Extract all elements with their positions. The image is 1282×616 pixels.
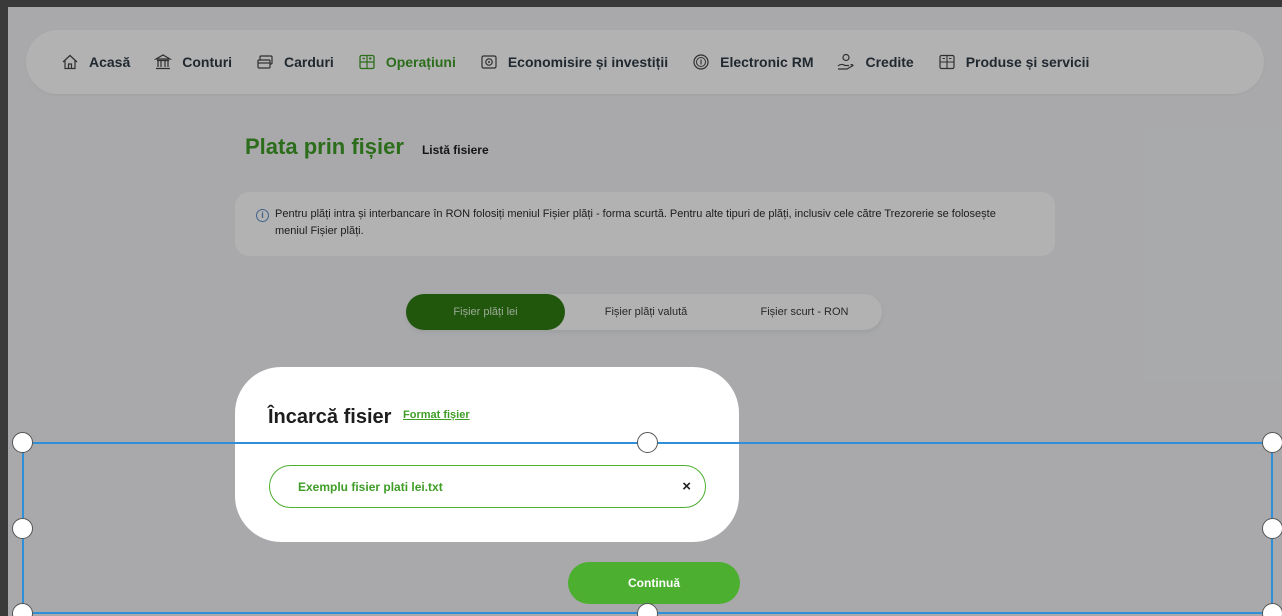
nav-label: Acasă xyxy=(89,54,131,70)
resize-handle-bottom-left[interactable] xyxy=(12,603,33,616)
uploaded-file-chip: Exemplu fisier plati lei.txt × xyxy=(269,465,706,508)
file-name: Exemplu fisier plati lei.txt xyxy=(298,479,443,494)
tab-fisier-scurt-ron[interactable]: Fișier scurt - RON xyxy=(727,294,882,330)
savings-icon xyxy=(479,52,499,72)
nav-item-credite[interactable]: Credite xyxy=(836,52,914,72)
resize-handle-bottom[interactable] xyxy=(637,603,658,616)
resize-handle-left[interactable] xyxy=(12,518,33,539)
nav-label: Economisire și investiții xyxy=(507,54,669,70)
nav-label: Electronic RM xyxy=(720,54,814,70)
top-navigation: Acasă Conturi Carduri Operațiuni Economi… xyxy=(26,30,1264,94)
nav-item-produse-servicii[interactable]: Produse și servicii xyxy=(937,52,1090,72)
title-row: Plata prin fișier Listă fisiere xyxy=(245,134,489,160)
coin-icon xyxy=(691,52,711,72)
resize-handle-bottom-right[interactable] xyxy=(1262,603,1282,616)
credit-hand-icon xyxy=(836,52,856,72)
info-icon: i xyxy=(256,209,269,222)
home-icon xyxy=(60,52,80,72)
resize-handle-right[interactable] xyxy=(1262,518,1282,539)
operations-icon xyxy=(357,52,377,72)
nav-label: Carduri xyxy=(284,54,334,70)
page-title: Plata prin fișier xyxy=(245,134,404,159)
nav-label: Produse și servicii xyxy=(965,54,1090,70)
nav-item-electronic-rm[interactable]: Electronic RM xyxy=(691,52,813,72)
nav-label: Operațiuni xyxy=(385,54,456,70)
upload-title: Încarcă fisier xyxy=(268,406,392,428)
format-file-link[interactable]: Format fișier xyxy=(403,409,470,421)
info-text: Pentru plăți intra și interbancare în RO… xyxy=(275,208,996,237)
card-icon xyxy=(255,52,275,72)
resize-handle-top[interactable] xyxy=(637,432,658,453)
nav-item-economisire[interactable]: Economisire și investiții xyxy=(479,52,668,72)
nav-label: Conturi xyxy=(182,54,233,70)
nav-label: Credite xyxy=(865,54,914,70)
nav-item-operatiuni[interactable]: Operațiuni xyxy=(357,52,456,72)
file-list-link[interactable]: Listă fisiere xyxy=(422,143,489,157)
products-icon xyxy=(937,52,957,72)
nav-item-carduri[interactable]: Carduri xyxy=(255,52,334,72)
resize-handle-top-left[interactable] xyxy=(12,432,33,453)
close-icon[interactable]: × xyxy=(682,478,691,495)
nav-item-conturi[interactable]: Conturi xyxy=(153,52,232,72)
upload-card: Încarcă fisier xyxy=(235,367,739,542)
tab-fisier-plati-valuta[interactable]: Fișier plăți valută xyxy=(565,294,727,330)
nav-item-acasa[interactable]: Acasă xyxy=(60,52,130,72)
continue-button[interactable]: Continuă xyxy=(568,562,740,604)
info-banner: i Pentru plăți intra și interbancare în … xyxy=(235,192,1055,256)
file-type-tabs: Fișier plăți lei Fișier plăți valută Fiș… xyxy=(406,294,882,330)
resize-handle-top-right[interactable] xyxy=(1262,432,1282,453)
page: Acasă Conturi Carduri Operațiuni Economi… xyxy=(8,7,1282,616)
tab-fisier-plati-lei[interactable]: Fișier plăți lei xyxy=(406,294,565,330)
bank-icon xyxy=(153,52,173,72)
